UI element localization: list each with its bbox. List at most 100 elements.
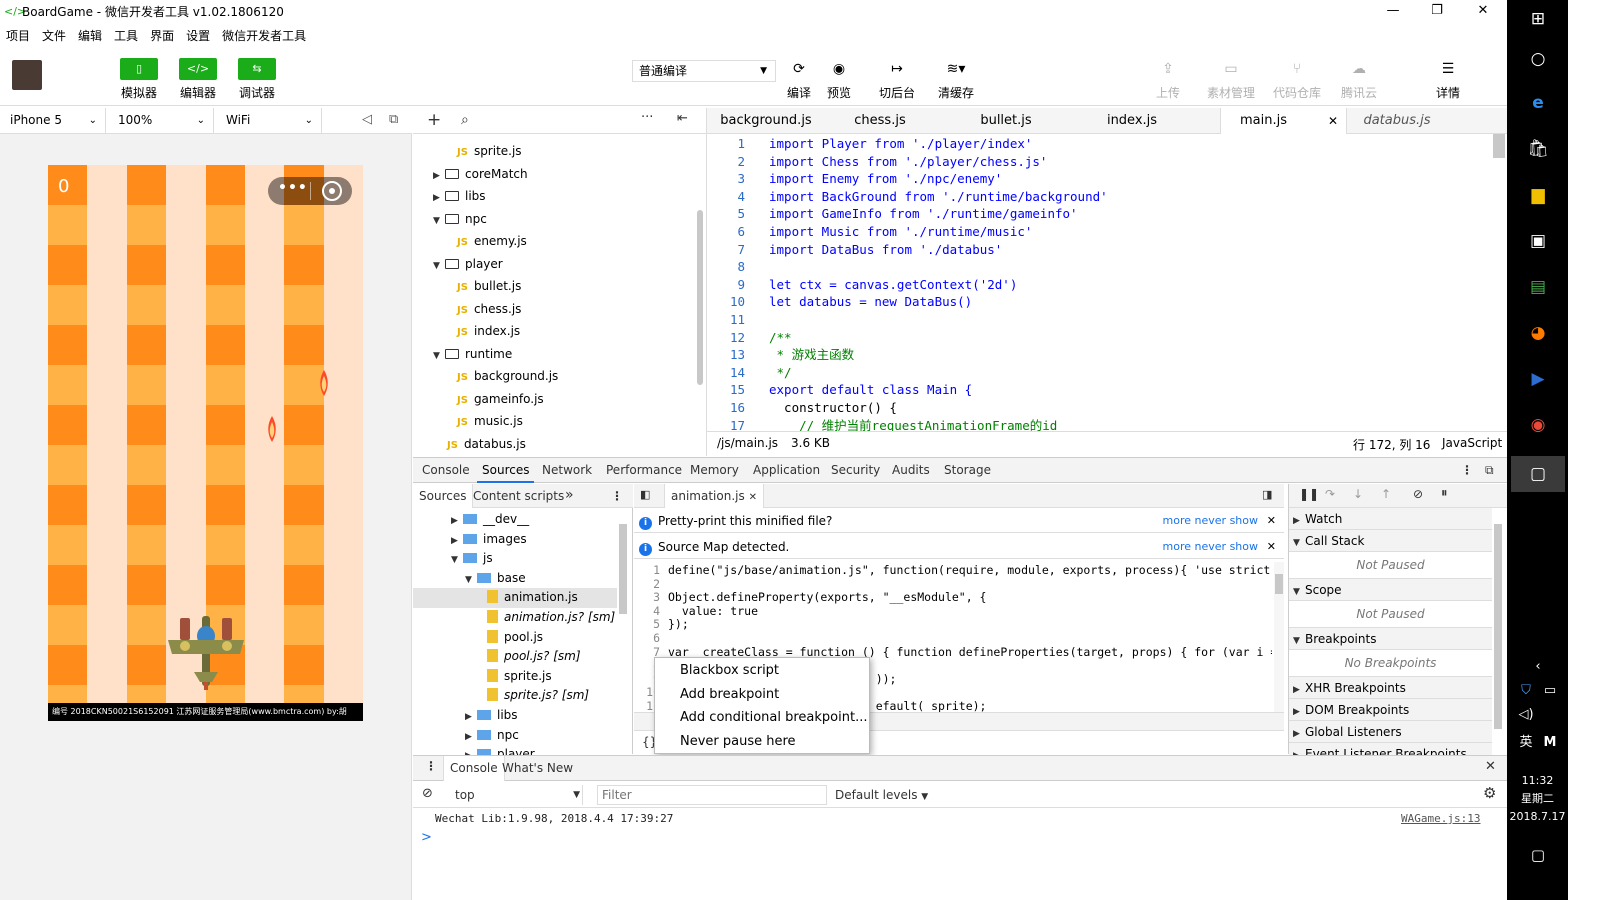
- app-icon[interactable]: ▤: [1521, 272, 1555, 302]
- close-icon[interactable]: ✕: [1267, 535, 1276, 559]
- menu-item-add-breakpoint[interactable]: Add breakpoint: [680, 683, 779, 706]
- navigator-file[interactable]: pool.js? [sm]: [487, 647, 581, 667]
- chrome-icon[interactable]: ◉: [1521, 410, 1555, 440]
- navigator-folder[interactable]: ▶ images: [451, 530, 527, 550]
- volume-icon[interactable]: ◁): [1513, 700, 1539, 730]
- debugger-button[interactable]: ⇆ 调试器: [236, 58, 278, 101]
- scrollbar[interactable]: [1494, 524, 1502, 729]
- chevron-down-icon[interactable]: ▼: [465, 571, 477, 591]
- debugger-section-header[interactable]: ▶ XHR Breakpoints: [1289, 677, 1492, 699]
- tab-databus-js[interactable]: databus.js: [1347, 108, 1447, 134]
- upload-button[interactable]: ⇪ 上传: [1153, 58, 1183, 101]
- file-tree-file[interactable]: JS bullet.js: [457, 275, 521, 297]
- edge-icon[interactable]: e: [1521, 88, 1555, 118]
- store-icon[interactable]: 🛍: [1521, 134, 1555, 164]
- step-over-icon[interactable]: ↷: [1325, 487, 1335, 501]
- tab-application[interactable]: Application: [753, 458, 820, 483]
- collapse-panel-icon[interactable]: ⇤: [677, 111, 688, 126]
- chevron-right-icon[interactable]: ▶: [433, 187, 445, 209]
- tab-main-js[interactable]: main.js ✕: [1220, 108, 1347, 134]
- notification-icon[interactable]: ▢: [1521, 840, 1555, 870]
- step-into-icon[interactable]: ↓: [1353, 487, 1363, 501]
- navigator-file[interactable]: animation.js: [413, 588, 617, 608]
- close-icon[interactable]: ✕: [1460, 0, 1506, 22]
- toggle-debugger-icon[interactable]: ◨: [1262, 488, 1272, 501]
- navigator-folder[interactable]: ▶ libs: [465, 706, 518, 726]
- more-link[interactable]: more: [1163, 514, 1192, 527]
- scrollbar[interactable]: [697, 210, 703, 385]
- network-icon[interactable]: ▭: [1537, 676, 1563, 706]
- console-prompt[interactable]: >: [421, 830, 432, 845]
- never-show-link[interactable]: never show: [1195, 540, 1258, 553]
- clock[interactable]: 11:32 星期二 2018.7.17: [1507, 772, 1568, 826]
- undock-icon[interactable]: ⧉: [1485, 458, 1494, 483]
- minimize-icon[interactable]: —: [1370, 0, 1416, 22]
- tab-chess-js[interactable]: chess.js: [827, 108, 933, 134]
- tab-content-scripts[interactable]: Content scripts: [473, 484, 564, 508]
- console-filter-input[interactable]: [597, 785, 827, 805]
- restore-icon[interactable]: ❐: [1414, 0, 1460, 22]
- navigator-folder[interactable]: ▼ base: [465, 569, 526, 589]
- chevron-right-icon[interactable]: ▶: [465, 708, 477, 728]
- compile-button[interactable]: ⟳ 编译: [784, 58, 814, 101]
- never-show-link[interactable]: never show: [1195, 514, 1258, 527]
- drawer-menu-icon[interactable]: ⋮: [425, 759, 437, 773]
- zoom-select[interactable]: 100% ⌄: [108, 108, 214, 134]
- close-tab-icon[interactable]: ✕: [749, 492, 757, 503]
- tab-security[interactable]: Security: [831, 458, 880, 483]
- menu-item-file[interactable]: 文件: [42, 27, 66, 44]
- debugger-section-header[interactable]: ▶ Global Listeners: [1289, 721, 1492, 743]
- tab-background-js[interactable]: background.js: [707, 108, 825, 134]
- file-tree-file[interactable]: JS databus.js: [447, 433, 526, 455]
- debugger-section-header[interactable]: ▼ Call Stack: [1289, 530, 1492, 552]
- mute-icon[interactable]: ◁: [362, 112, 372, 127]
- tab-network[interactable]: Network: [542, 458, 592, 483]
- navigator-folder[interactable]: ▼ js: [451, 549, 493, 569]
- more-icon[interactable]: ···: [641, 110, 653, 125]
- menu-item-settings[interactable]: 设置: [186, 27, 210, 44]
- compile-mode-select[interactable]: 普通编译 ▼: [632, 60, 776, 82]
- wechat-devtools-taskbar-icon[interactable]: ▢: [1511, 456, 1565, 492]
- file-tree-file[interactable]: JS gameinfo.js: [457, 388, 544, 410]
- menu-item-project[interactable]: 项目: [6, 27, 30, 44]
- navigator-folder[interactable]: ▶ __dev__: [451, 510, 529, 530]
- menu-item-blackbox[interactable]: Blackbox script: [680, 659, 779, 682]
- step-out-icon[interactable]: ↑: [1381, 487, 1391, 501]
- menu-item-add-conditional-breakpoint[interactable]: Add conditional breakpoint...: [680, 706, 867, 729]
- network-select[interactable]: WiFi ⌄: [216, 108, 322, 134]
- file-tree-file[interactable]: JS music.js: [457, 410, 523, 432]
- scrollbar[interactable]: [1274, 562, 1284, 712]
- file-tree-folder[interactable]: ▶ libs: [433, 185, 486, 207]
- tab-sources[interactable]: Sources: [477, 458, 535, 483]
- pause-icon[interactable]: ❚❚: [1299, 487, 1319, 501]
- device-select[interactable]: iPhone 5 ⌄: [0, 108, 106, 134]
- menu-item-tools[interactable]: 工具: [114, 27, 138, 44]
- close-capsule-icon[interactable]: [322, 181, 342, 201]
- windows-start-icon[interactable]: ⊞: [1521, 4, 1555, 34]
- file-tree-file[interactable]: JS sprite.js: [457, 140, 522, 162]
- chevron-right-icon[interactable]: ▶: [451, 512, 463, 532]
- add-icon[interactable]: +: [427, 110, 441, 130]
- context-select[interactable]: top ▼: [451, 785, 583, 805]
- preview-button[interactable]: ◉ 预览: [824, 58, 854, 101]
- debugger-section-header[interactable]: ▶ DOM Breakpoints: [1289, 699, 1492, 721]
- more-icon[interactable]: ⋮: [611, 484, 623, 508]
- file-explorer-icon[interactable]: ▆: [1521, 180, 1555, 210]
- toggle-navigator-icon[interactable]: ◧: [640, 488, 650, 501]
- simulator-button[interactable]: ▯ 模拟器: [118, 58, 160, 101]
- gear-icon[interactable]: ⚙: [1483, 784, 1496, 802]
- chevron-right-icon[interactable]: ▶: [451, 532, 463, 552]
- clear-cache-button[interactable]: ≋▾ 清缓存: [936, 58, 976, 101]
- editor-button[interactable]: </> 编辑器: [177, 58, 219, 101]
- close-icon[interactable]: ✕: [1267, 509, 1276, 533]
- tab-performance[interactable]: Performance: [606, 458, 682, 483]
- cortana-icon[interactable]: ○: [1521, 44, 1555, 74]
- tab-storage[interactable]: Storage: [944, 458, 991, 483]
- file-tree-folder[interactable]: ▶ coreMatch: [433, 163, 528, 185]
- tab-bullet-js[interactable]: bullet.js: [953, 108, 1059, 134]
- console-message-source-link[interactable]: WAGame.js:13: [1401, 812, 1480, 825]
- code-editor[interactable]: 1 import Player from './player/index' 2 imp…: [707, 134, 1507, 431]
- navigator-file[interactable]: pool.js: [487, 628, 543, 648]
- deactivate-breakpoints-icon[interactable]: ⊘: [1413, 487, 1423, 501]
- debugger-section-header[interactable]: ▼ Breakpoints: [1289, 628, 1492, 650]
